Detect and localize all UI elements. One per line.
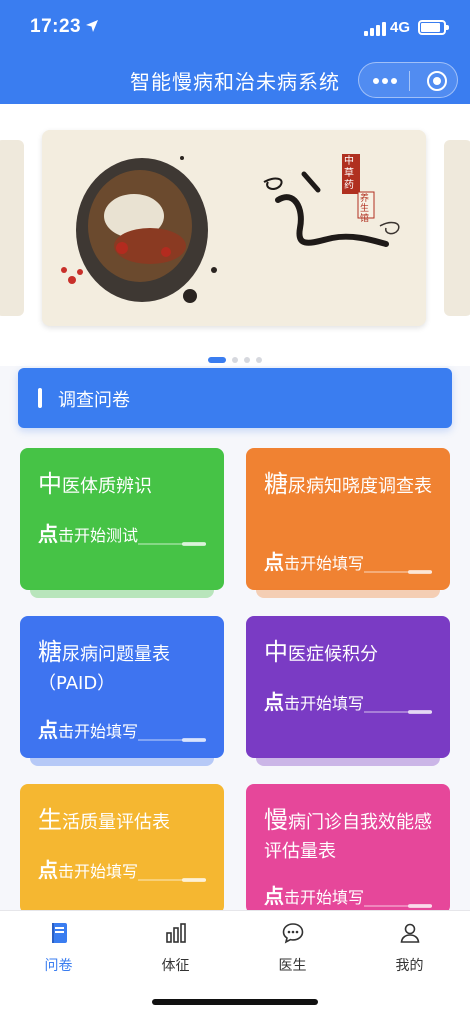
banner-slide[interactable]: 道 中草药 养生馆	[42, 130, 426, 326]
section-header: 调查问卷	[18, 368, 452, 428]
more-menu-icon[interactable]	[373, 78, 397, 84]
status-time: 17:23	[30, 16, 82, 37]
questionnaire-icon	[52, 923, 67, 943]
carousel-dot[interactable]	[256, 357, 262, 363]
card-action[interactable]: 点击开始测试	[38, 518, 138, 547]
tab-doctor[interactable]: 医生	[234, 921, 351, 981]
section-title: 调查问卷	[58, 390, 130, 411]
card-action[interactable]: 点击开始填写	[264, 686, 364, 715]
battery-icon	[418, 20, 449, 35]
card-diabetes-awareness[interactable]: 糖尿病知晓度调查表 点击开始填写	[246, 448, 450, 598]
banner-seal-text: 中草药	[344, 156, 354, 191]
banner-calligraphy: 道	[294, 174, 324, 218]
user-icon	[400, 923, 420, 943]
card-action[interactable]: 点击开始填写	[38, 714, 138, 743]
card-title: 中医体质辨识	[38, 470, 152, 498]
mini-program-capsule	[358, 62, 458, 98]
app-header: 17:23 4G 智能慢病和治未病系统	[0, 0, 470, 104]
card-action[interactable]: 点击开始填写	[38, 854, 138, 883]
herbal-banner-image	[42, 130, 426, 326]
home-indicator	[152, 999, 318, 1005]
close-miniprogram-icon[interactable]	[427, 71, 447, 91]
card-title: 慢病门诊自我效能感评估量表	[264, 806, 432, 862]
tab-profile[interactable]: 我的	[351, 921, 468, 981]
banner-carousel[interactable]: 道 中草药 养生馆	[0, 104, 470, 366]
status-bar: 17:23 4G	[0, 0, 470, 52]
carousel-dot-active[interactable]	[208, 357, 226, 363]
tab-questionnaire[interactable]: 问卷	[0, 921, 117, 981]
card-title: 生活质量评估表	[38, 806, 170, 834]
card-title: 中医症候积分	[264, 638, 378, 666]
section-marker	[38, 388, 42, 408]
banner-sub-text: 养生馆	[360, 194, 370, 224]
carousel-dot[interactable]	[244, 357, 250, 363]
carousel-dot[interactable]	[232, 357, 238, 363]
signal-icon	[364, 22, 386, 36]
card-self-efficacy[interactable]: 慢病门诊自我效能感评估量表 点击开始填写	[246, 784, 450, 922]
card-tcm-syndrome-score[interactable]: 中医症候积分 点击开始填写	[246, 616, 450, 766]
carousel-next-slide[interactable]	[444, 140, 470, 316]
card-action[interactable]: 点击开始填写	[264, 880, 364, 909]
chat-icon	[282, 923, 304, 944]
location-arrow-icon	[86, 20, 98, 32]
carousel-prev-slide[interactable]	[0, 140, 24, 316]
card-diabetes-paid[interactable]: 糖尿病问题量表（PAID） 点击开始填写	[20, 616, 224, 766]
card-quality-of-life[interactable]: 生活质量评估表 点击开始填写	[20, 784, 224, 922]
carousel-indicators	[0, 348, 470, 363]
tab-vital-signs[interactable]: 体征	[117, 921, 234, 981]
card-title: 糖尿病问题量表（PAID）	[38, 638, 170, 694]
card-tcm-constitution[interactable]: 中医体质辨识 点击开始测试	[20, 448, 224, 598]
card-title: 糖尿病知晓度调查表	[264, 470, 432, 498]
card-action[interactable]: 点击开始填写	[264, 546, 364, 575]
bar-chart-icon	[166, 923, 186, 943]
network-type: 4G	[390, 19, 411, 36]
